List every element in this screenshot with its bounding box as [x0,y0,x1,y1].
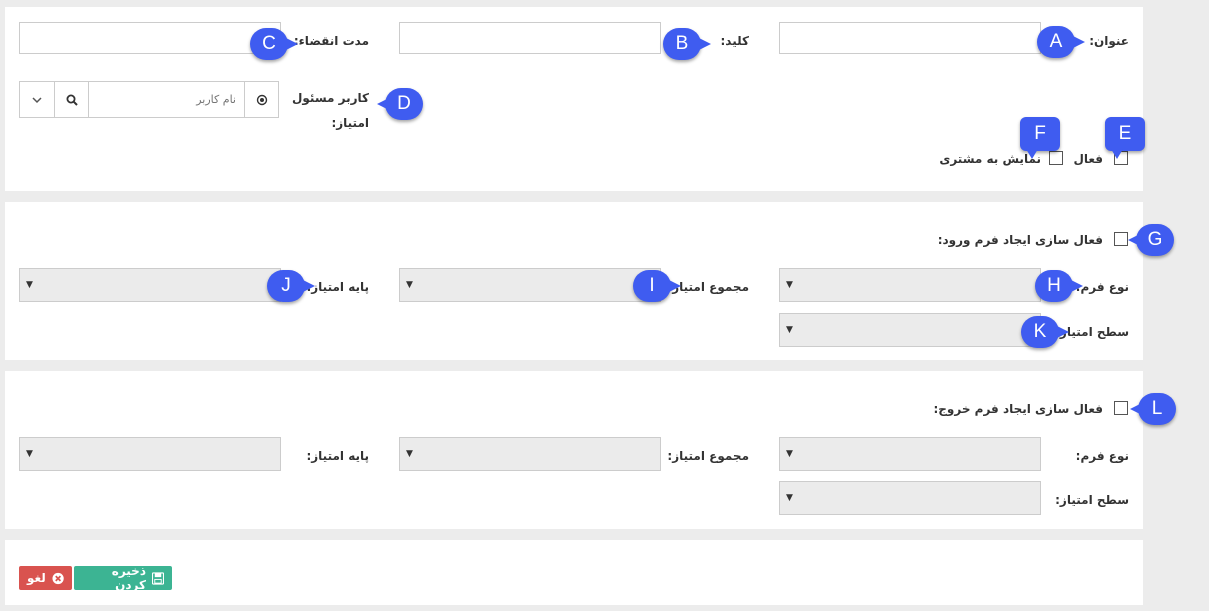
score-total-select[interactable]: ▼ [399,268,661,302]
active-label: فعال [1073,152,1103,166]
chevron-down-icon [32,96,42,103]
score-level-select[interactable]: ▼ [779,313,1041,347]
callout-pointer [1071,280,1083,292]
exit-form-type-select[interactable]: ▼ [779,437,1041,471]
username-input[interactable] [90,82,244,117]
callout-pointer [699,38,711,50]
exit-score-base-label: پایه امتیاز: [306,449,369,463]
exit-score-total-label: مجموع امتیاز: [667,449,749,463]
exit-score-level-select[interactable]: ▼ [779,481,1041,515]
enable-entry-form-label: فعال سازی ایجاد فرم ورود: [937,233,1103,247]
enable-exit-form-checkbox[interactable] [1114,401,1128,415]
callout-a: A [1037,26,1085,58]
responsible-user-label: کاربر مسئول [291,91,369,105]
callout-f: F [1020,117,1060,159]
search-button[interactable] [55,82,89,117]
expiry-label: مدت انقضاء: [293,34,369,48]
callout-pointer [1026,149,1038,159]
callout-pointer [1128,234,1140,246]
callout-pointer [1130,403,1142,415]
enable-exit-form-label: فعال سازی ایجاد فرم خروج: [933,402,1103,416]
title-label: عنوان: [1089,34,1129,48]
callout-pointer [1111,149,1123,159]
caret-down-icon: ▼ [786,280,793,290]
key-label: کلید: [720,34,749,48]
caret-down-icon: ▼ [26,449,33,459]
actions-panel [5,540,1143,605]
exit-form-type-label: نوع فرم: [1075,449,1129,463]
cancel-circle-icon [52,572,64,584]
exit-score-level-label: سطح امتیاز: [1055,493,1129,507]
callout-j: J [267,270,315,302]
search-icon [66,94,78,106]
callout-pointer [1057,326,1069,338]
title-input[interactable] [779,22,1041,54]
callout-h: H [1035,270,1083,302]
callout-pointer [669,280,681,292]
caret-down-icon: ▼ [26,280,33,290]
expiry-input[interactable] [19,22,281,54]
caret-down-icon: ▼ [786,325,793,335]
dropdown-toggle[interactable] [20,82,55,117]
show-to-customer-checkbox[interactable] [1049,151,1063,165]
cancel-button[interactable]: لغو [19,566,72,590]
save-button[interactable]: ذخیره کردن [74,564,172,592]
callout-c: C [250,28,298,60]
user-picker[interactable] [19,81,279,118]
callout-b: B [663,28,711,60]
callout-d: D [377,88,423,120]
form-type-select[interactable]: ▼ [779,268,1041,302]
caret-down-icon: ▼ [786,449,793,459]
callout-pointer [1073,36,1085,48]
exit-score-total-select[interactable]: ▼ [399,437,661,471]
exit-score-base-select[interactable]: ▼ [19,437,281,471]
key-input[interactable] [399,22,661,54]
caret-down-icon: ▼ [406,280,413,290]
callout-i: I [633,270,681,302]
enable-entry-form-checkbox[interactable] [1114,232,1128,246]
score-base-label: پایه امتیاز: [306,280,369,294]
form-type-label: نوع فرم: [1075,280,1129,294]
score-base-select[interactable]: ▼ [19,268,281,302]
target-button[interactable] [244,82,278,117]
callout-pointer [377,98,389,110]
floppy-disk-icon [152,571,164,585]
cancel-button-label: لغو [27,571,46,585]
callout-e: E [1105,117,1145,159]
callout-g: G [1128,224,1174,256]
caret-down-icon: ▼ [406,449,413,459]
target-icon [256,94,267,105]
callout-k: K [1021,316,1069,348]
callout-pointer [286,38,298,50]
caret-down-icon: ▼ [786,493,793,503]
callout-l: L [1130,393,1176,425]
score-label-top: امتیاز: [331,116,369,130]
save-button-label: ذخیره کردن [111,564,146,592]
callout-pointer [303,280,315,292]
